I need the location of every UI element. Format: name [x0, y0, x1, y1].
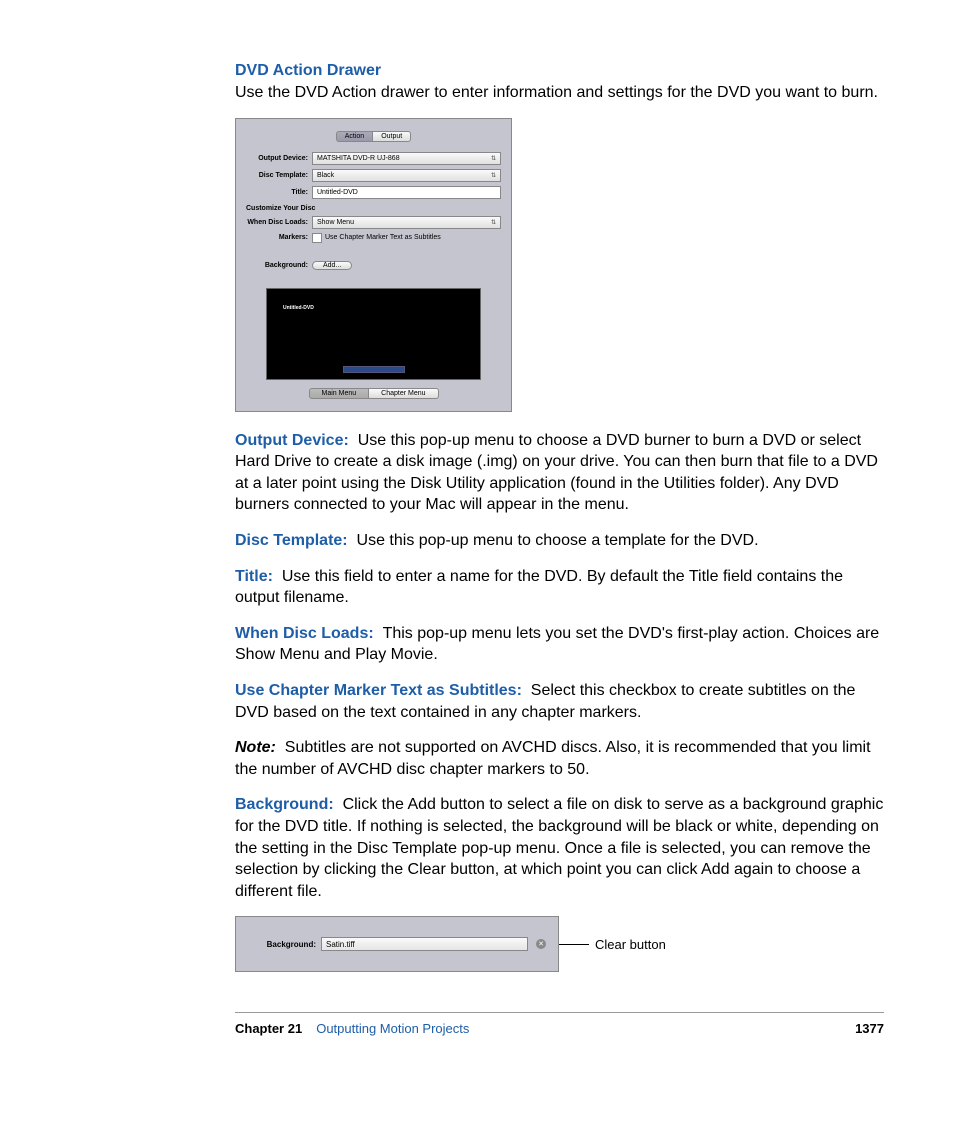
term-title: Title:	[235, 568, 273, 585]
def-title: Title: Use this field to enter a name fo…	[235, 566, 884, 609]
preview-title: Untitled-DVD	[283, 305, 314, 311]
output-device-value: MATSHITA DVD-R UJ-868	[317, 155, 400, 162]
tab-main-menu[interactable]: Main Menu	[309, 388, 369, 399]
page-footer: Chapter 21 Outputting Motion Projects 13…	[235, 1012, 884, 1036]
note-label: Note:	[235, 739, 276, 756]
background-panel-screenshot: Background: Satin.tiff ✕	[235, 916, 559, 972]
clear-button[interactable]: ✕	[536, 939, 546, 949]
disc-template-value: Black	[317, 172, 334, 179]
dvd-preview: Untitled-DVD	[266, 288, 481, 380]
markers-label: Markers:	[246, 234, 312, 241]
callout-clear-button: Clear button	[595, 937, 666, 952]
def-background: Background: Click the Add button to sele…	[235, 794, 884, 902]
term-disc-template: Disc Template:	[235, 532, 348, 549]
menu-tab-segment: Main Menu Chapter Menu	[246, 388, 501, 399]
title-value: Untitled-DVD	[317, 189, 358, 196]
term-background: Background:	[235, 796, 334, 813]
def-use-chapter: Use Chapter Marker Text as Subtitles: Se…	[235, 680, 884, 723]
output-device-label: Output Device:	[246, 155, 312, 162]
intro-paragraph: Use the DVD Action drawer to enter infor…	[235, 82, 884, 104]
term-use-chapter: Use Chapter Marker Text as Subtitles:	[235, 682, 522, 699]
when-disc-loads-label: When Disc Loads:	[246, 219, 312, 226]
output-device-popup[interactable]: MATSHITA DVD-R UJ-868 ⇅	[312, 152, 501, 165]
title-field[interactable]: Untitled-DVD	[312, 186, 501, 199]
tab-segment: Action Output	[246, 131, 501, 142]
term-output-device: Output Device:	[235, 432, 349, 449]
customize-header: Customize Your Disc	[246, 205, 501, 212]
page-number: 1377	[855, 1021, 884, 1036]
when-disc-loads-popup[interactable]: Show Menu ⇅	[312, 216, 501, 229]
def-output-device: Output Device: Use this pop-up menu to c…	[235, 430, 884, 516]
tab-action[interactable]: Action	[336, 131, 372, 142]
preview-progress	[343, 366, 405, 373]
note-paragraph: Note: Subtitles are not supported on AVC…	[235, 737, 884, 780]
callout-line	[557, 944, 589, 945]
def-when-disc-loads: When Disc Loads: This pop-up menu lets y…	[235, 623, 884, 666]
background-label: Background:	[246, 262, 312, 269]
dvd-action-drawer-screenshot: Action Output Output Device: MATSHITA DV…	[235, 118, 512, 412]
text-disc-template: Use this pop-up menu to choose a templat…	[357, 532, 759, 549]
chapter-title: Outputting Motion Projects	[316, 1021, 469, 1036]
when-disc-loads-value: Show Menu	[317, 219, 354, 226]
add-button[interactable]: Add...	[312, 261, 352, 270]
bg-label: Background:	[248, 940, 321, 949]
popup-arrows-icon: ⇅	[491, 219, 496, 226]
popup-arrows-icon: ⇅	[491, 155, 496, 162]
background-clear-figure: Background: Satin.tiff ✕ Clear button	[235, 916, 884, 972]
section-heading: DVD Action Drawer	[235, 62, 884, 80]
title-label: Title:	[246, 189, 312, 196]
disc-template-popup[interactable]: Black ⇅	[312, 169, 501, 182]
bg-value: Satin.tiff	[326, 940, 355, 949]
tab-output[interactable]: Output	[372, 131, 411, 142]
markers-text: Use Chapter Marker Text as Subtitles	[325, 234, 441, 241]
term-when-disc-loads: When Disc Loads:	[235, 625, 374, 642]
popup-arrows-icon: ⇅	[491, 172, 496, 179]
markers-checkbox[interactable]	[312, 233, 322, 243]
tab-chapter-menu[interactable]: Chapter Menu	[368, 388, 438, 399]
chapter-number: Chapter 21	[235, 1021, 302, 1036]
disc-template-label: Disc Template:	[246, 172, 312, 179]
close-icon: ✕	[538, 940, 544, 948]
text-title: Use this field to enter a name for the D…	[235, 568, 843, 607]
note-text: Subtitles are not supported on AVCHD dis…	[235, 739, 871, 778]
bg-field[interactable]: Satin.tiff	[321, 937, 528, 951]
def-disc-template: Disc Template: Use this pop-up menu to c…	[235, 530, 884, 552]
